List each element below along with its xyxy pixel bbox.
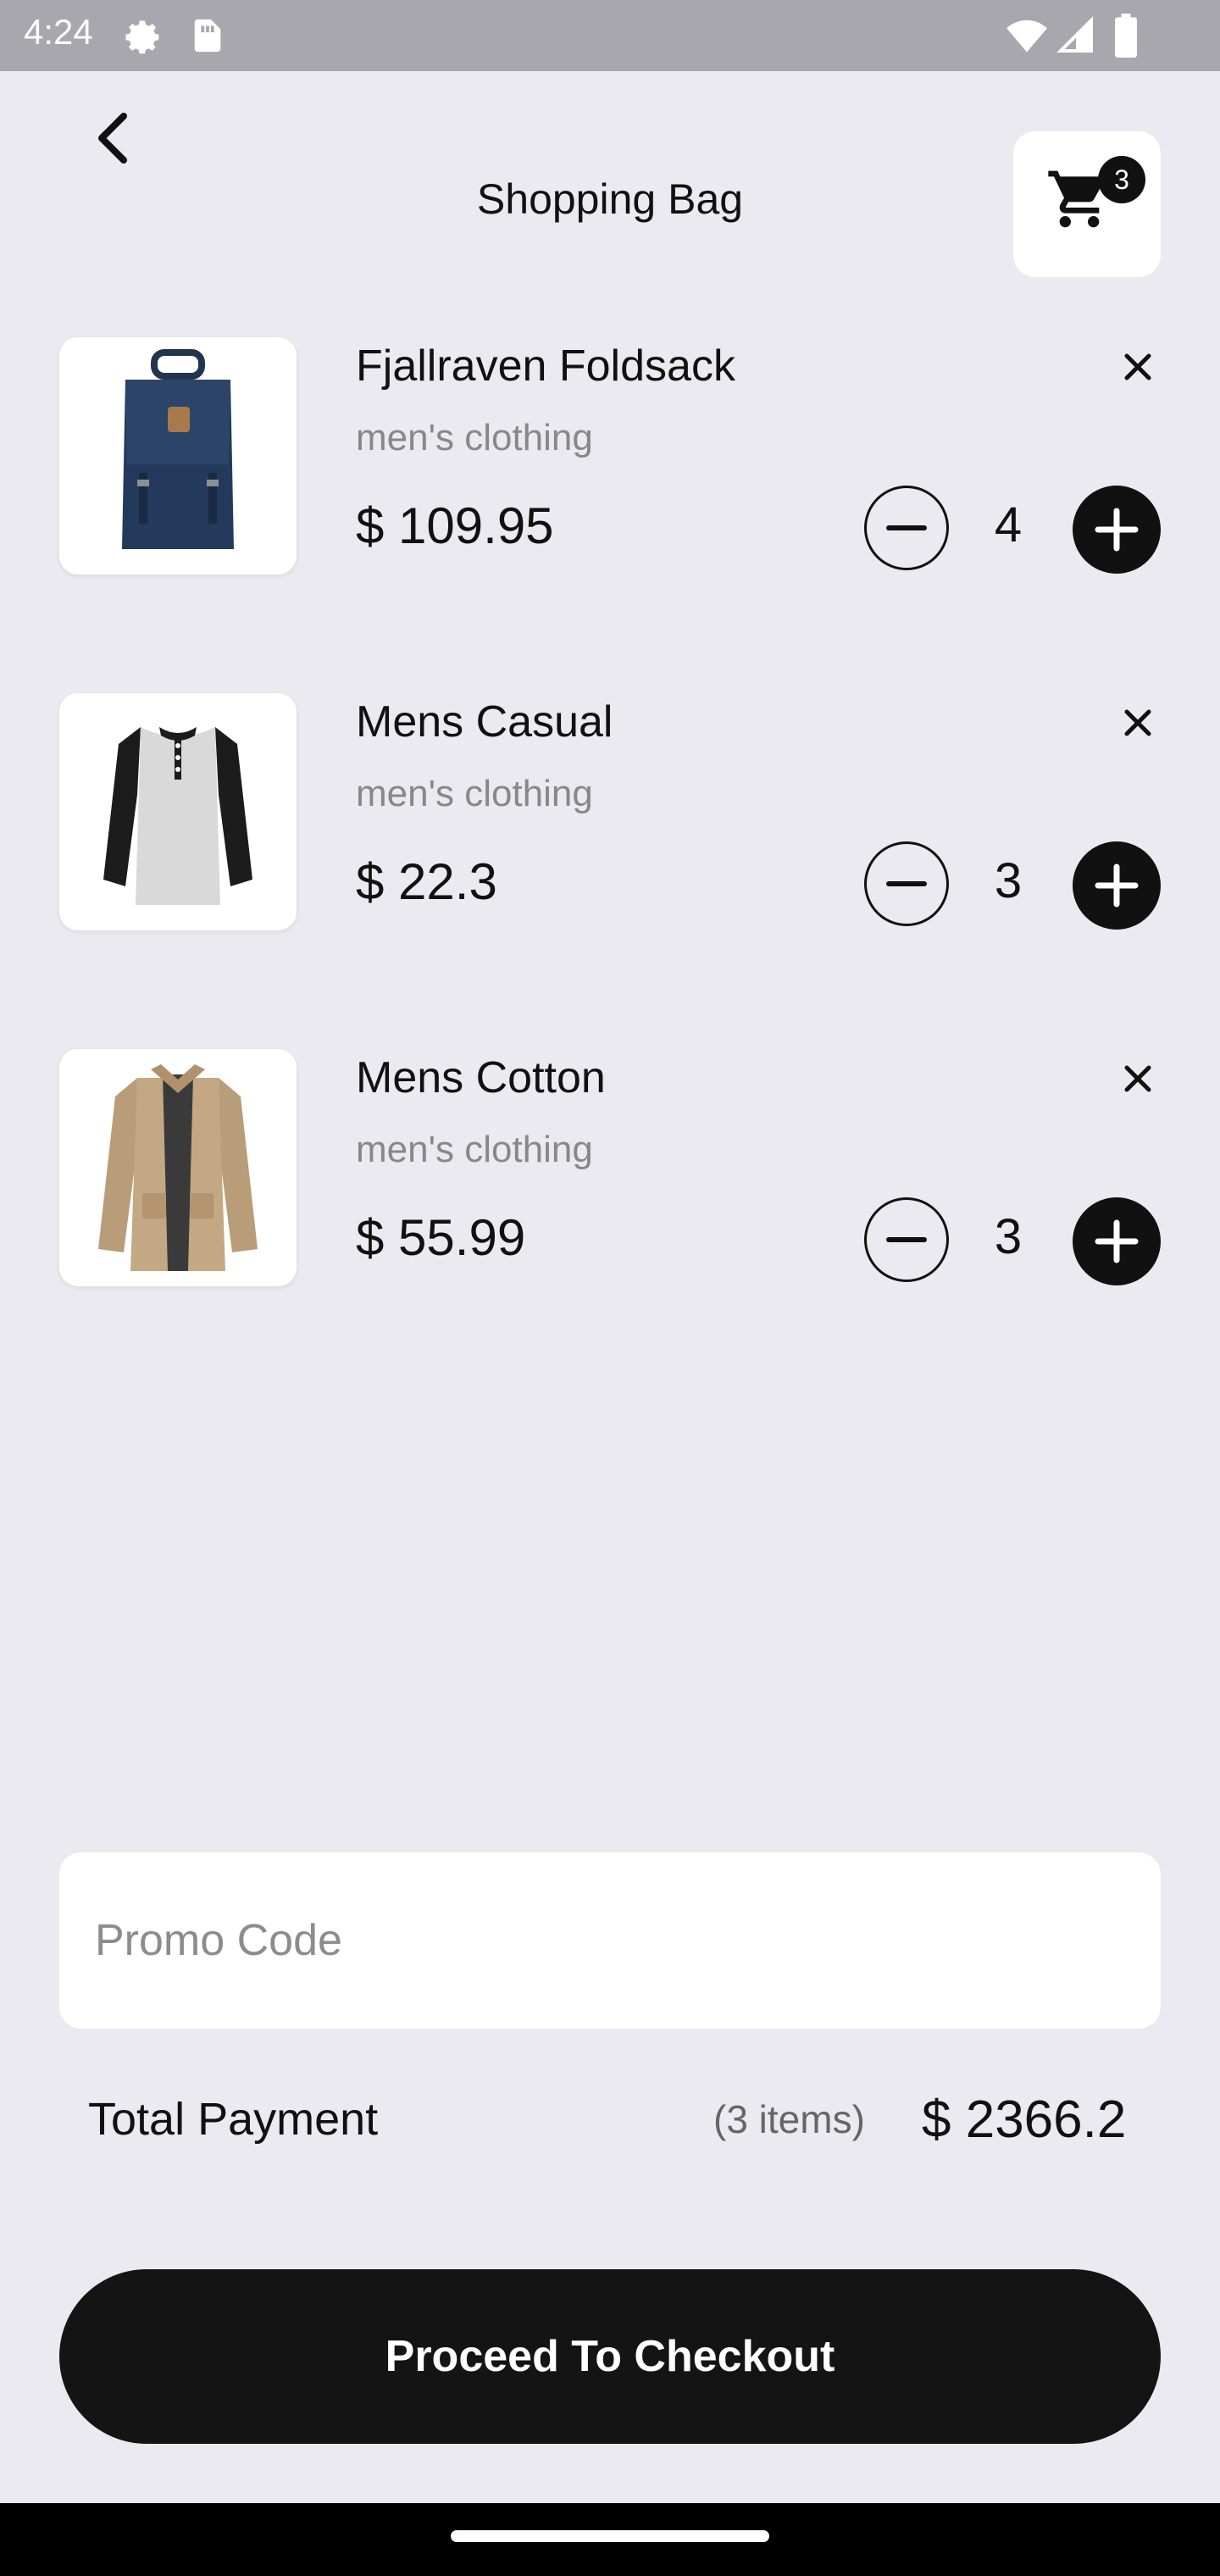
item-category: men's clothing [356,417,593,458]
item-price: $ 22.3 [356,853,497,910]
home-indicator[interactable] [451,2530,769,2542]
remove-item-button[interactable] [1117,346,1159,388]
close-icon [1124,353,1151,380]
minus-icon [886,1237,927,1242]
quantity-value: 4 [994,497,1023,552]
close-icon [1124,1065,1151,1092]
minus-icon [886,525,927,530]
promo-code-input[interactable] [59,1852,1161,2029]
total-item-count: (3 items) [713,2097,865,2141]
item-category: men's clothing [356,773,593,814]
cart-count-badge: 3 [1098,156,1145,203]
cart-item: Mens Casual men's clothing $ 22.3 3 [0,693,1220,947]
item-category: men's clothing [356,1129,593,1170]
battery-icon [1113,14,1139,62]
cart-item: Fjallraven Foldsack men's clothing $ 109… [0,337,1220,591]
quantity-value: 3 [994,853,1023,908]
sim-card-icon [188,15,227,60]
close-icon [1124,709,1151,736]
decrease-quantity-button[interactable] [864,486,949,570]
remove-item-button[interactable] [1117,1058,1159,1100]
plus-icon [1095,508,1139,552]
product-image-backpack[interactable] [59,337,297,575]
decrease-quantity-button[interactable] [864,1197,949,1282]
plus-icon [1095,1219,1139,1263]
item-name: Mens Cotton [356,1053,606,1102]
item-price: $ 55.99 [356,1209,526,1266]
back-button[interactable] [81,97,149,174]
plus-icon [1095,863,1139,908]
quantity-value: 3 [994,1209,1023,1264]
item-name: Mens Casual [356,697,613,747]
chevron-left-icon [98,113,127,164]
remove-item-button[interactable] [1117,702,1159,744]
signal-icon [1056,14,1096,62]
minus-icon [886,881,927,886]
increase-quantity-button[interactable] [1073,486,1161,574]
cart-button[interactable] [1013,131,1161,277]
status-time: 4:24 [24,12,93,52]
decrease-quantity-button[interactable] [864,841,949,926]
item-name: Fjallraven Foldsack [356,341,735,391]
system-navigation-bar [0,2503,1220,2576]
status-bar: 4:24 [0,0,1220,71]
total-amount: $ 2366.2 [922,2090,1127,2149]
increase-quantity-button[interactable] [1073,1197,1161,1285]
proceed-to-checkout-button[interactable]: Proceed To Checkout [59,2269,1161,2444]
total-payment-label: Total Payment [88,2094,379,2145]
product-image-raglan-tshirt[interactable] [59,693,297,930]
settings-gear-icon [120,15,164,64]
wifi-icon [1005,14,1049,62]
cart-item: Mens Cotton men's clothing $ 55.99 3 [0,1049,1220,1303]
item-price: $ 109.95 [356,497,554,554]
product-image-cotton-jacket[interactable] [59,1049,297,1286]
increase-quantity-button[interactable] [1073,841,1161,930]
